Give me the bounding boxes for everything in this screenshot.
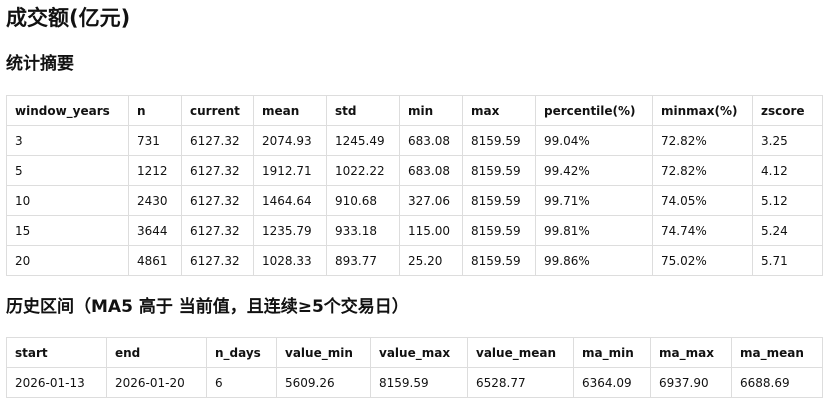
table-cell: 6937.90 [650,367,732,398]
table-cell: 25.20 [399,245,463,276]
table-cell: 1235.79 [253,215,327,246]
table-cell: 5.24 [752,215,823,246]
table-cell: 6 [206,367,277,398]
table-row: 15 3644 6127.32 1235.79 933.18 115.00 81… [6,215,823,246]
table-cell: 893.77 [326,245,400,276]
column-header: start [6,337,107,368]
column-header: window_years [6,95,129,126]
table-cell: 74.74% [652,215,753,246]
table-cell: 8159.59 [462,185,536,216]
column-header: min [399,95,463,126]
table-cell: 75.02% [652,245,753,276]
column-header: value_min [276,337,371,368]
table-cell: 5 [6,155,129,186]
table-cell: 4861 [128,245,182,276]
history-header-row: start end n_days value_min value_max val… [6,337,823,368]
table-cell: 731 [128,125,182,156]
column-header: max [462,95,536,126]
table-cell: 5.71 [752,245,823,276]
table-cell: 2026-01-13 [6,367,107,398]
table-cell: 683.08 [399,125,463,156]
column-header: end [106,337,207,368]
table-cell: 910.68 [326,185,400,216]
table-cell: 72.82% [652,125,753,156]
table-cell: 5.12 [752,185,823,216]
table-cell: 8159.59 [462,155,536,186]
column-header: n_days [206,337,277,368]
table-row: 3 731 6127.32 2074.93 1245.49 683.08 815… [6,125,823,156]
table-cell: 99.04% [535,125,653,156]
table-cell: 2074.93 [253,125,327,156]
table-cell: 8159.59 [462,215,536,246]
column-header: ma_max [650,337,732,368]
table-cell: 115.00 [399,215,463,246]
column-header: value_mean [467,337,574,368]
table-cell: 15 [6,215,129,246]
table-cell: 6127.32 [181,125,254,156]
column-header: value_max [370,337,468,368]
table-cell: 683.08 [399,155,463,186]
table-cell: 6127.32 [181,245,254,276]
table-cell: 8159.59 [462,125,536,156]
table-row: 10 2430 6127.32 1464.64 910.68 327.06 81… [6,185,823,216]
table-cell: 3644 [128,215,182,246]
column-header: mean [253,95,327,126]
table-cell: 74.05% [652,185,753,216]
table-cell: 1912.71 [253,155,327,186]
table-cell: 3 [6,125,129,156]
table-cell: 327.06 [399,185,463,216]
table-cell: 99.81% [535,215,653,246]
table-cell: 8159.59 [462,245,536,276]
table-cell: 3.25 [752,125,823,156]
table-cell: 6688.69 [731,367,823,398]
column-header: zscore [752,95,823,126]
table-cell: 2430 [128,185,182,216]
table-cell: 1464.64 [253,185,327,216]
table-cell: 1212 [128,155,182,186]
column-header: ma_mean [731,337,823,368]
table-cell: 1028.33 [253,245,327,276]
table-cell: 20 [6,245,129,276]
table-row: 2026-01-13 2026-01-20 6 5609.26 8159.59 … [6,367,823,398]
table-cell: 5609.26 [276,367,371,398]
summary-table: window_years n current mean std min max … [6,95,823,276]
table-cell: 99.86% [535,245,653,276]
column-header: percentile(%) [535,95,653,126]
column-header: ma_min [573,337,651,368]
table-cell: 99.42% [535,155,653,186]
table-cell: 933.18 [326,215,400,246]
history-table: start end n_days value_min value_max val… [6,337,823,398]
table-cell: 6364.09 [573,367,651,398]
table-cell: 6127.32 [181,185,254,216]
table-cell: 4.12 [752,155,823,186]
table-row: 20 4861 6127.32 1028.33 893.77 25.20 815… [6,245,823,276]
summary-heading: 统计摘要 [6,54,74,74]
page-title: 成交额(亿元) [6,6,131,30]
table-cell: 8159.59 [370,367,468,398]
table-cell: 2026-01-20 [106,367,207,398]
history-heading: 历史区间（MA5 高于 当前值，且连续≥5个交易日） [6,297,409,317]
table-cell: 6127.32 [181,155,254,186]
table-cell: 1245.49 [326,125,400,156]
summary-header-row: window_years n current mean std min max … [6,95,823,126]
table-cell: 1022.22 [326,155,400,186]
table-cell: 72.82% [652,155,753,186]
table-cell: 99.71% [535,185,653,216]
column-header: std [326,95,400,126]
column-header: minmax(%) [652,95,753,126]
column-header: n [128,95,182,126]
table-cell: 6127.32 [181,215,254,246]
column-header: current [181,95,254,126]
table-cell: 10 [6,185,129,216]
table-row: 5 1212 6127.32 1912.71 1022.22 683.08 81… [6,155,823,186]
table-cell: 6528.77 [467,367,574,398]
